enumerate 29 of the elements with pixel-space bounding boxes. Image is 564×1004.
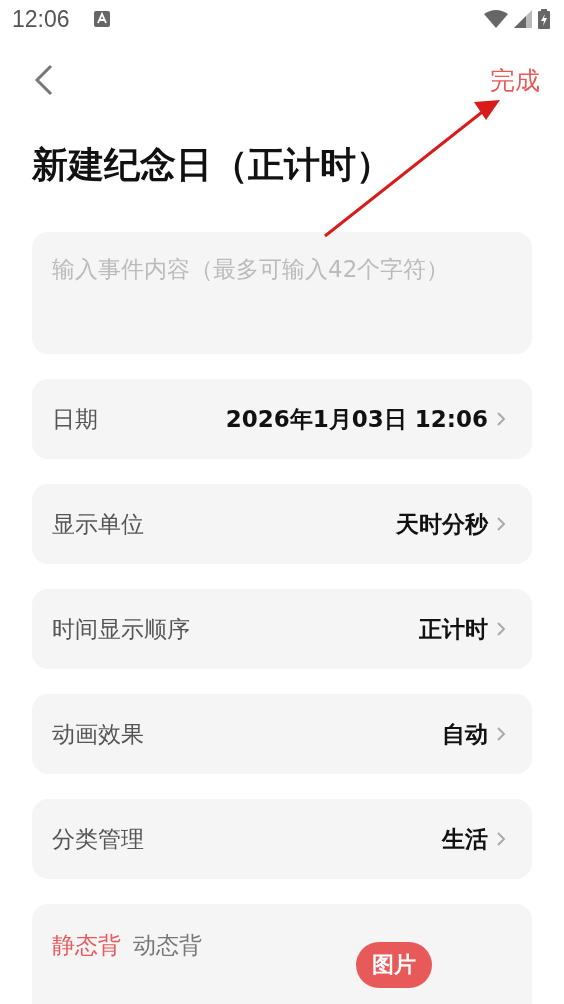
- event-input-field[interactable]: 输入事件内容（最多可输入42个字符）: [32, 232, 532, 354]
- wifi-icon: [484, 10, 508, 28]
- status-time: 12:06: [12, 5, 70, 33]
- settings-row[interactable]: 显示单位 天时分秒: [32, 484, 532, 564]
- keyboard-notification-icon: [93, 11, 110, 27]
- setting-value: 2026年1月03日 12:06: [225, 404, 488, 434]
- background-tab[interactable]: 动态背: [133, 930, 202, 961]
- chevron-right-icon: [496, 621, 506, 637]
- chevron-right-icon: [496, 516, 506, 532]
- page-title: 新建纪念日（正计时）: [32, 143, 392, 187]
- setting-value: 天时分秒: [396, 509, 488, 539]
- setting-value: 生活: [442, 824, 488, 854]
- setting-label: 时间显示顺序: [52, 614, 191, 644]
- signal-icon: [514, 10, 532, 28]
- back-icon[interactable]: [34, 64, 54, 96]
- settings-row[interactable]: 分类管理 生活: [32, 799, 532, 879]
- setting-label: 分类管理: [52, 824, 145, 854]
- chevron-right-icon: [496, 411, 506, 427]
- chevron-right-icon: [496, 831, 506, 847]
- setting-label: 显示单位: [52, 509, 145, 539]
- setting-value: 正计时: [419, 614, 488, 644]
- settings-row[interactable]: 日期 2026年1月03日 12:06: [32, 379, 532, 459]
- chevron-right-icon: [496, 726, 506, 742]
- setting-value: 自动: [442, 719, 488, 749]
- setting-label: 动画效果: [52, 719, 145, 749]
- settings-row[interactable]: 时间显示顺序 正计时: [32, 589, 532, 669]
- setting-label: 日期: [52, 404, 99, 434]
- settings-row[interactable]: 动画效果 自动: [32, 694, 532, 774]
- battery-charging-icon: [538, 9, 550, 29]
